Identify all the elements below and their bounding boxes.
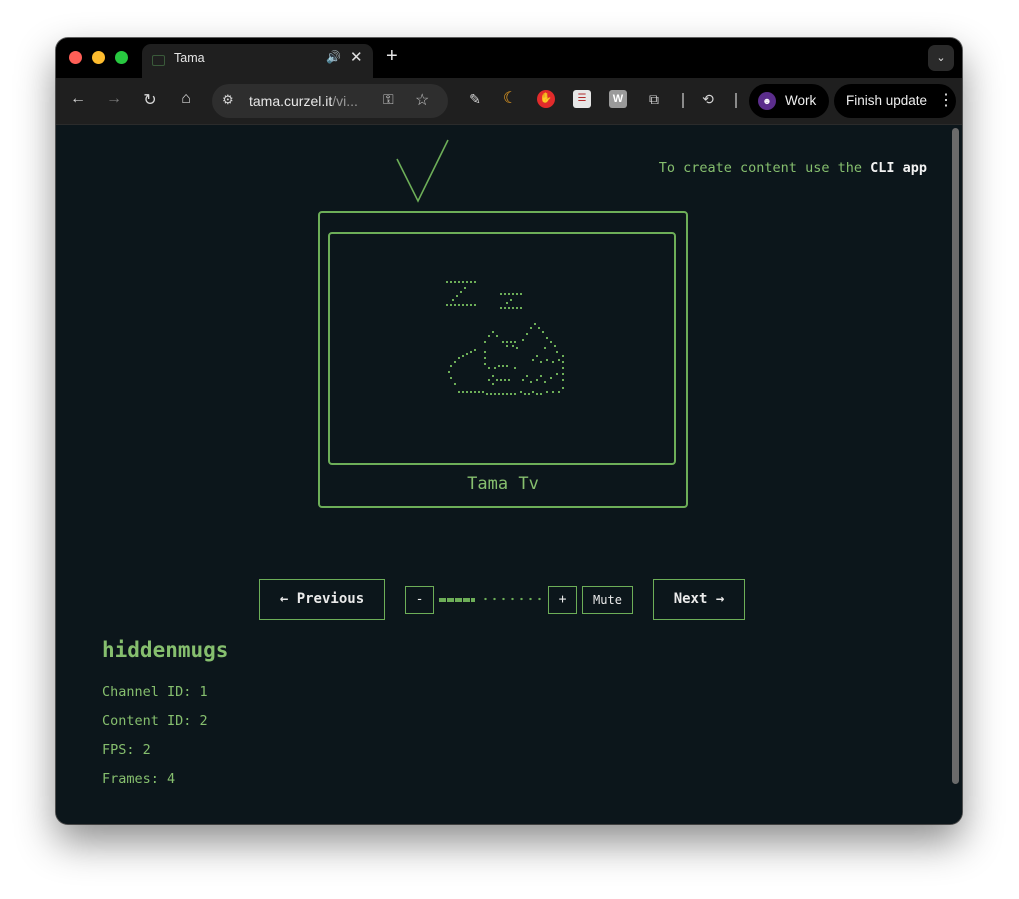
tab-bar: Tama 🔊 ✕ + ⌄: [56, 38, 962, 78]
history-icon[interactable]: ⟲: [699, 90, 717, 108]
content-id: Content ID: 2: [102, 713, 208, 729]
address-bar[interactable]: ⚙ tama.curzel.it/vi... ⚿ ☆: [212, 84, 448, 118]
new-tab-button[interactable]: +: [386, 45, 398, 68]
tv-favicon-icon: [152, 55, 165, 66]
password-key-icon[interactable]: ⚿: [383, 91, 394, 108]
tab-title: Tama: [174, 51, 205, 65]
next-button[interactable]: Next →: [653, 579, 745, 620]
browser-toolbar: ← → ↻ ⌂ ⚙ tama.curzel.it/vi... ⚿ ☆ ✎ ☾ ✋…: [56, 78, 962, 125]
toolbar-divider: [682, 93, 684, 108]
finish-update-label: Finish update: [846, 93, 928, 108]
fps: FPS: 2: [102, 742, 151, 758]
extensions-puzzle-icon[interactable]: ⧉: [645, 90, 663, 108]
forward-icon[interactable]: →: [104, 90, 124, 108]
maximize-window-button[interactable]: [115, 51, 128, 64]
site-settings-icon[interactable]: ⚙: [222, 92, 234, 108]
bookmark-star-icon[interactable]: ☆: [415, 90, 429, 110]
volume-slider[interactable]: [439, 593, 543, 607]
avatar: ☻: [758, 92, 776, 110]
volume-up-button[interactable]: +: [548, 586, 577, 614]
list-extension-icon[interactable]: ☰: [573, 90, 591, 108]
more-menu-icon[interactable]: ⋮: [938, 90, 954, 110]
tab-tama[interactable]: Tama 🔊 ✕: [142, 44, 373, 78]
cli-note: To create content use the CLI app: [659, 160, 927, 176]
cli-app-link[interactable]: CLI app: [870, 160, 927, 176]
blocker-extension-icon[interactable]: ✋: [537, 90, 555, 108]
cli-note-text: To create content use the: [658, 160, 871, 176]
url-text[interactable]: tama.curzel.it/vi...: [249, 93, 358, 109]
toolbar-divider: [735, 93, 737, 108]
finish-update-button[interactable]: Finish update ⋮: [834, 84, 956, 118]
tv-label: Tama Tv: [467, 474, 539, 494]
profile-button[interactable]: ☻ Work: [749, 84, 829, 118]
home-icon[interactable]: ⌂: [176, 90, 196, 108]
tv-antenna-icon: [396, 139, 449, 203]
mute-button[interactable]: Mute: [582, 586, 633, 614]
volume-down-button[interactable]: -: [405, 586, 434, 614]
tab-search-dropdown-icon[interactable]: ⌄: [928, 45, 954, 71]
browser-window: Tama 🔊 ✕ + ⌄ ← → ↻ ⌂ ⚙ tama.curzel.it/vi…: [56, 38, 962, 824]
frames: Frames: 4: [102, 771, 176, 787]
profile-label: Work: [785, 93, 817, 108]
channel-id: Channel ID: 1: [102, 684, 208, 700]
reload-icon[interactable]: ↻: [140, 90, 160, 110]
close-window-button[interactable]: [69, 51, 82, 64]
minimize-window-button[interactable]: [92, 51, 105, 64]
scrollbar-thumb[interactable]: [952, 128, 959, 784]
color-picker-extension-icon[interactable]: ✎: [466, 90, 484, 108]
w-extension-icon[interactable]: W: [609, 90, 627, 108]
audio-playing-icon[interactable]: 🔊: [326, 50, 341, 64]
sleeping-pet-ascii-art: [446, 281, 564, 395]
volume-track: [481, 597, 543, 601]
page-content: To create content use the CLI app Tama T…: [56, 125, 962, 824]
close-tab-icon[interactable]: ✕: [350, 48, 363, 66]
back-icon[interactable]: ←: [68, 90, 88, 108]
channel-name: hiddenmugs: [102, 638, 229, 662]
volume-level-fill: [439, 598, 475, 602]
previous-button[interactable]: ← Previous: [259, 579, 385, 620]
dark-mode-extension-icon[interactable]: ☾: [501, 90, 519, 108]
